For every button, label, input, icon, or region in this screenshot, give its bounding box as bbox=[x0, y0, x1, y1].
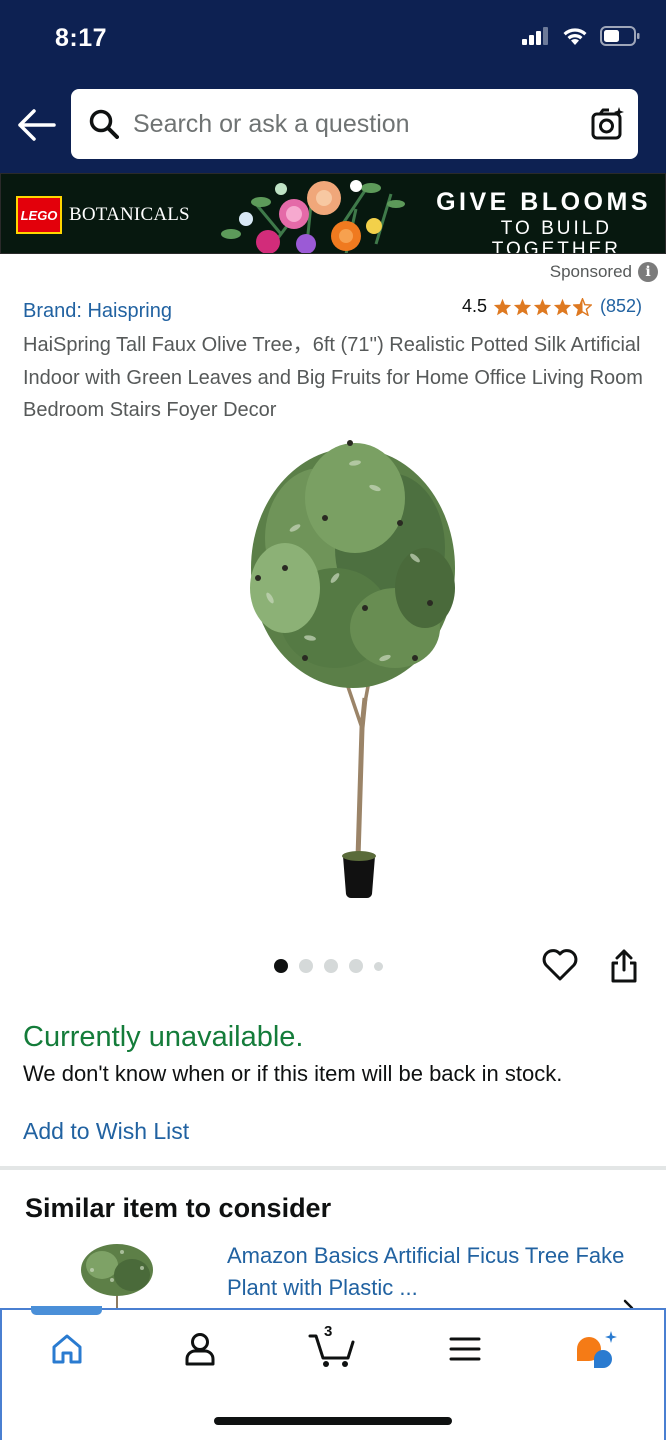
menu-icon bbox=[449, 1337, 481, 1361]
search-input[interactable]: Search or ask a question bbox=[133, 110, 588, 139]
back-button[interactable] bbox=[14, 103, 58, 147]
star-rating bbox=[493, 297, 592, 316]
nav-menu[interactable] bbox=[441, 1325, 489, 1373]
rating-summary[interactable]: 4.5 (852) bbox=[462, 296, 642, 317]
nav-cart[interactable]: 3 bbox=[306, 1323, 358, 1373]
product-image[interactable] bbox=[225, 428, 475, 903]
availability-message: We don't know when or if this item will … bbox=[23, 1061, 563, 1086]
camera-search-icon[interactable] bbox=[588, 104, 628, 144]
star-half-icon bbox=[572, 297, 592, 316]
similar-item-image[interactable] bbox=[72, 1240, 162, 1310]
search-bar[interactable]: Search or ask a question bbox=[71, 89, 638, 159]
rating-count[interactable]: (852) bbox=[600, 296, 642, 317]
home-indicator bbox=[214, 1417, 452, 1425]
wifi-icon bbox=[563, 28, 587, 45]
carousel-dot[interactable] bbox=[349, 959, 363, 973]
active-tab-indicator bbox=[31, 1306, 102, 1315]
share-button[interactable] bbox=[605, 946, 643, 986]
banner-subline-1: TO BUILD bbox=[500, 218, 613, 239]
top-header: 8:17 Search or ask a question bbox=[0, 0, 666, 173]
sponsored-banner-ad[interactable]: LEGO BOTANICALS GIVE BLOOMS TO BUILD TOG… bbox=[0, 173, 666, 254]
search-icon bbox=[87, 107, 121, 141]
account-icon bbox=[185, 1333, 215, 1366]
sponsored-label[interactable]: Sponsored i bbox=[550, 262, 658, 282]
rufus-icon bbox=[577, 1331, 617, 1368]
banner-subline-2: TOGETHER bbox=[491, 239, 621, 254]
info-icon[interactable]: i bbox=[638, 262, 658, 282]
arrow-left-icon bbox=[18, 109, 56, 141]
star-full-icon bbox=[533, 298, 552, 315]
battery-icon bbox=[600, 26, 640, 46]
nav-rufus[interactable] bbox=[572, 1325, 620, 1373]
banner-subline: TO BUILD TOGETHER bbox=[491, 218, 621, 254]
banner-headline: GIVE BLOOMS bbox=[436, 188, 651, 216]
nav-home[interactable] bbox=[43, 1325, 91, 1373]
product-title: HaiSpring Tall Faux Olive Tree，6ft (71''… bbox=[23, 334, 643, 421]
home-icon bbox=[52, 1334, 82, 1364]
nav-account[interactable] bbox=[176, 1325, 224, 1373]
lego-logo: LEGO bbox=[16, 196, 62, 234]
star-full-icon bbox=[553, 298, 572, 315]
brand-link[interactable]: Brand: Haispring bbox=[23, 300, 172, 323]
section-divider bbox=[0, 1166, 666, 1170]
similar-item-heading: Similar item to consider bbox=[25, 1193, 332, 1223]
rating-value: 4.5 bbox=[461, 296, 487, 316]
cart-count-badge: 3 bbox=[324, 1323, 333, 1340]
status-time: 8:17 bbox=[55, 24, 108, 52]
availability-status: Currently unavailable. bbox=[23, 1021, 304, 1053]
add-to-favorites-button[interactable] bbox=[540, 946, 580, 984]
carousel-dot[interactable] bbox=[299, 959, 313, 973]
similar-item-title-link[interactable]: Amazon Basics Artificial Ficus Tree Fake… bbox=[227, 1240, 627, 1304]
status-icons bbox=[522, 26, 640, 46]
carousel-dot[interactable] bbox=[374, 961, 383, 971]
sponsored-text: Sponsored bbox=[549, 262, 632, 281]
share-icon bbox=[611, 949, 637, 983]
carousel-dot[interactable] bbox=[324, 959, 338, 973]
flower-bouquet-image bbox=[221, 180, 405, 253]
star-full-icon bbox=[513, 298, 532, 315]
add-to-wish-list-link[interactable]: Add to Wish List bbox=[23, 1118, 189, 1145]
carousel-dot[interactable] bbox=[274, 959, 288, 973]
heart-icon bbox=[542, 949, 578, 981]
star-full-icon bbox=[493, 298, 512, 315]
cellular-signal-icon bbox=[522, 27, 548, 45]
banner-brand: BOTANICALS bbox=[69, 204, 190, 225]
image-carousel-dots[interactable] bbox=[274, 959, 383, 973]
